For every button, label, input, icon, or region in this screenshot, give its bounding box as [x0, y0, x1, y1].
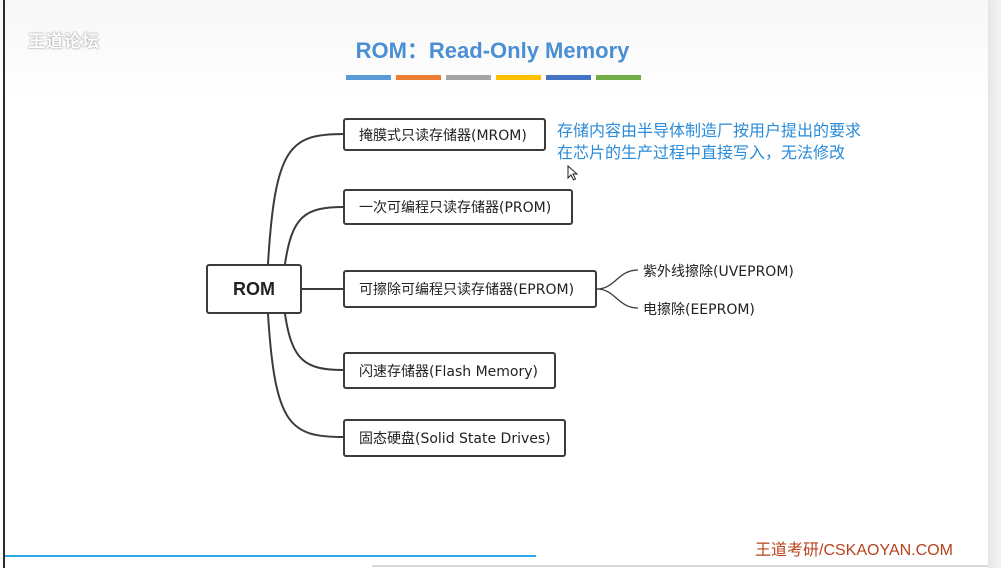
leaf-uveprom: 紫外线擦除(UVEPROM): [643, 264, 794, 280]
window-edge-right: [988, 0, 1001, 568]
stripe-3: [446, 75, 491, 80]
node-prom: 一次可编程只读存储器(PROM): [343, 189, 573, 225]
node-eprom: 可擦除可编程只读存储器(EPROM): [343, 270, 597, 308]
mrom-annotation: 存储内容由半导体制造厂按用户提出的要求 在芯片的生产过程中直接写入，无法修改: [557, 120, 861, 164]
bottom-divider: [372, 565, 988, 567]
node-flash: 闪速存储器(Flash Memory): [343, 352, 556, 389]
connector-eeprom: [596, 288, 639, 309]
stripe-6: [596, 75, 641, 80]
mouse-cursor-icon: [567, 165, 579, 181]
connector-mrom: [267, 133, 345, 265]
connector-flash: [284, 313, 345, 371]
window-edge-left: [3, 0, 5, 568]
root-node-rom: ROM: [206, 264, 302, 314]
node-mrom: 掩膜式只读存储器(MROM): [343, 118, 546, 151]
slide: 王道论坛 ROM：Read-Only Memory ROM 掩膜式只读存储器(M…: [0, 0, 1001, 568]
stripe-2: [396, 75, 441, 80]
annotation-line-2: 在芯片的生产过程中直接写入，无法修改: [557, 143, 846, 162]
leaf-eeprom: 电擦除(EEPROM): [643, 302, 755, 318]
stripe-4: [496, 75, 541, 80]
connector-prom: [284, 206, 345, 265]
stripe-5: [546, 75, 591, 80]
slide-title: ROM：Read-Only Memory: [355, 38, 630, 63]
node-ssd: 固态硬盘(Solid State Drives): [343, 419, 566, 457]
annotation-line-1: 存储内容由半导体制造厂按用户提出的要求: [557, 121, 862, 140]
connector-ssd: [267, 313, 345, 438]
stripe-1: [346, 75, 391, 80]
playback-progress-fill: [5, 555, 536, 557]
connector-uveprom: [596, 269, 639, 290]
playback-progress-bar[interactable]: [5, 555, 988, 558]
